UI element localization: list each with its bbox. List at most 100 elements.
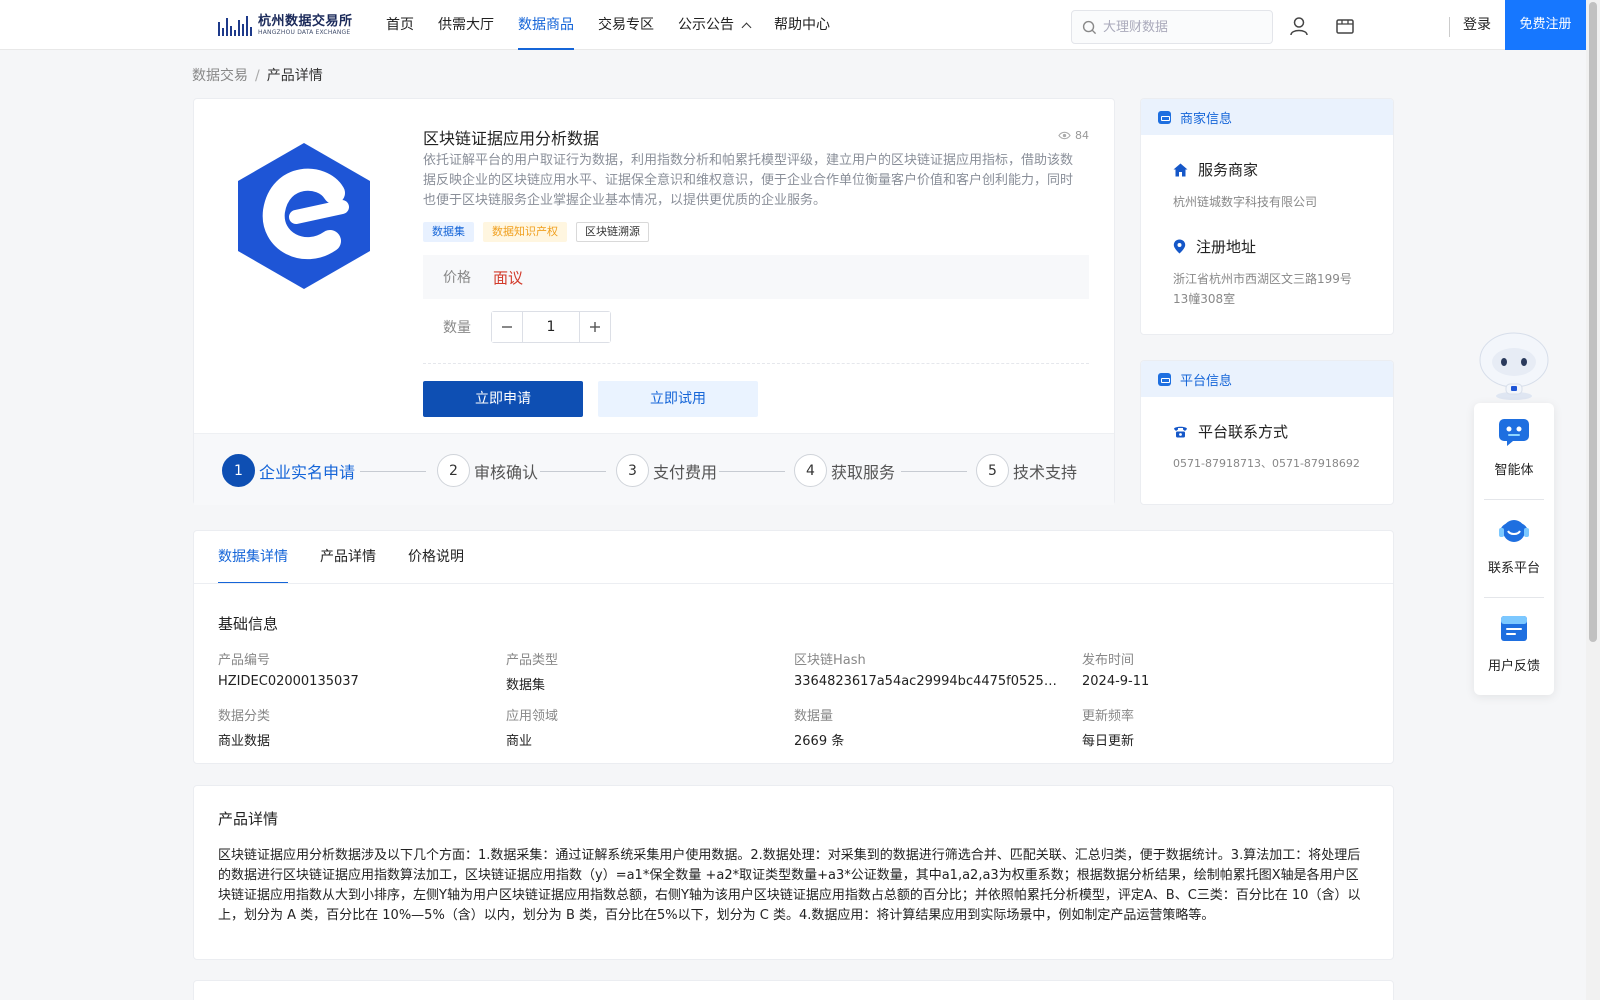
process-steps: 1 企业实名申请 2 审核确认 3 支付费用 4 获取服务 5 技术支持 (194, 433, 1114, 505)
tab-dataset-details[interactable]: 数据集详情 (218, 531, 288, 584)
robot-mascot-icon[interactable] (1476, 328, 1552, 400)
info-badge-icon (1158, 110, 1171, 124)
apply-now-button[interactable]: 立即申请 (423, 381, 583, 417)
platform-info-title: 平台信息 (1180, 373, 1233, 389)
divider (423, 363, 1089, 364)
register-button[interactable]: 免费注册 (1505, 0, 1586, 50)
float-contact-label: 联系平台 (1487, 561, 1540, 576)
merchant-info-card: 商家信息 服务商家 杭州链城数字科技有限公司 注册地址 浙江省杭州市西湖区文三路… (1140, 98, 1394, 335)
dataset-details-card: 数据集详情 产品详情 价格说明 基础信息 产品编号 HZIDEC020001350… (193, 530, 1394, 764)
section-title: 基础信息 (218, 615, 279, 633)
service-merchant-text: 服务商家 (1198, 161, 1259, 179)
field-key: 区块链Hash (794, 653, 866, 668)
next-section-card (193, 980, 1394, 1000)
field-value: 每日更新 (1082, 734, 1135, 749)
main-nav: 首页 供需大厅 数据商品 交易专区 公示公告 帮助中心 (386, 0, 854, 50)
search-box (1071, 10, 1273, 44)
product-tags: 数据集 数据知识产权 区块链溯源 (423, 222, 658, 242)
tab-product-details[interactable]: 产品详情 (320, 531, 376, 583)
increment-button[interactable] (580, 312, 610, 342)
breadcrumb-separator: / (255, 68, 260, 84)
field-value: 商业数据 (218, 734, 271, 749)
view-count-value: 84 (1075, 129, 1089, 142)
headset-icon (1499, 520, 1529, 542)
registered-address-label: 注册地址 (1173, 236, 1256, 257)
info-badge-icon (1158, 372, 1171, 386)
home-icon (1173, 163, 1188, 176)
field-data-volume: 数据量 2669 条 (794, 705, 1064, 749)
field-value: 3364823617a54ac29994bc4475f05259e4... (794, 674, 1064, 689)
field-value: 2024-9-11 (1082, 674, 1150, 689)
step-label: 审核确认 (474, 462, 539, 482)
floating-toolbar: 智能体 联系平台 用户反馈 (1474, 403, 1554, 695)
merchant-info-title: 商家信息 (1180, 111, 1233, 127)
field-product-id: 产品编号 HZIDEC02000135037 (218, 649, 488, 689)
top-header: 杭州数据交易所 HANGZHOU DATA EXCHANGE 首页 供需大厅 数… (0, 0, 1586, 50)
product-title: 区块链证据应用分析数据 (423, 129, 600, 148)
tag-ip: 数据知识产权 (483, 222, 567, 242)
nav-data-products[interactable]: 数据商品 (518, 0, 574, 50)
nav-announcements-label: 公示公告 (678, 17, 734, 33)
service-merchant-value: 杭州链城数字科技有限公司 (1173, 195, 1318, 209)
float-feedback[interactable]: 用户反馈 (1474, 613, 1554, 709)
tag-dataset: 数据集 (423, 222, 474, 242)
step-label: 技术支持 (1013, 462, 1078, 482)
try-now-button[interactable]: 立即试用 (598, 381, 758, 417)
nav-help[interactable]: 帮助中心 (774, 0, 830, 50)
step-label: 支付费用 (653, 462, 718, 482)
quantity-stepper: 1 (491, 311, 611, 343)
merchant-info-header: 商家信息 (1141, 99, 1393, 135)
float-feedback-label: 用户反馈 (1487, 659, 1540, 674)
platform-contact-label: 平台联系方式 (1173, 421, 1288, 442)
product-description: 依托证解平台的用户取证行为数据，利用指数分析和帕累托模型评级，建立用户的区块链证… (423, 153, 1074, 208)
login-link[interactable]: 登录 (1463, 0, 1491, 50)
location-pin-icon (1173, 239, 1186, 254)
product-logo-icon (238, 143, 370, 289)
field-key: 产品类型 (506, 653, 559, 668)
user-icon[interactable] (1288, 15, 1310, 37)
registered-address-value: 浙江省杭州市西湖区文三路199号13幢308室 (1173, 272, 1352, 306)
view-count: 84 (1058, 129, 1089, 142)
detail-tabs: 数据集详情 产品详情 价格说明 (218, 531, 496, 584)
platform-info-header: 平台信息 (1141, 361, 1393, 397)
feedback-icon (1501, 616, 1527, 641)
field-key: 应用领域 (506, 709, 559, 724)
field-value: 数据集 (506, 678, 546, 693)
nav-announcements[interactable]: 公示公告 (678, 0, 752, 50)
field-key: 数据量 (794, 709, 834, 724)
registered-address-text: 注册地址 (1196, 238, 1257, 256)
chat-bot-icon (1499, 419, 1529, 446)
decrement-button[interactable] (492, 312, 522, 342)
eye-icon (1058, 131, 1071, 140)
scrollbar-thumb[interactable] (1589, 2, 1597, 642)
store-icon[interactable] (1334, 15, 1356, 37)
site-logo[interactable]: 杭州数据交易所 HANGZHOU DATA EXCHANGE (218, 10, 353, 40)
field-key: 发布时间 (1082, 653, 1135, 668)
logo-subtitle: HANGZHOU DATA EXCHANGE (258, 28, 351, 36)
step-1: 1 企业实名申请 (222, 454, 355, 487)
nav-supply-demand[interactable]: 供需大厅 (438, 0, 494, 50)
nav-trade-zone[interactable]: 交易专区 (598, 0, 654, 50)
field-data-category: 数据分类 商业数据 (218, 705, 488, 749)
tab-price-info[interactable]: 价格说明 (408, 531, 464, 583)
price-row: 价格 面议 (423, 255, 1089, 299)
field-publish-date: 发布时间 2024-9-11 (1082, 649, 1352, 689)
nav-home[interactable]: 首页 (386, 0, 414, 50)
step-connector (360, 471, 426, 472)
page-scrollbar[interactable] (1586, 0, 1600, 1000)
field-update-frequency: 更新频率 每日更新 (1082, 705, 1352, 749)
search-input[interactable] (1103, 19, 1263, 35)
breadcrumb-root[interactable]: 数据交易 (192, 68, 248, 84)
logo-bars-icon (218, 14, 252, 36)
product-detail-text: 区块链证据应用分析数据涉及以下几个方面：1.数据采集：通过证解系统采集用户使用数… (218, 848, 1361, 923)
field-blockchain-hash: 区块链Hash 3364823617a54ac29994bc4475f05259e… (794, 649, 1064, 689)
quantity-input[interactable]: 1 (522, 312, 580, 342)
field-value: HZIDEC02000135037 (218, 674, 359, 689)
platform-contact-text: 平台联系方式 (1198, 423, 1289, 441)
step-label: 获取服务 (831, 462, 896, 482)
logo-title: 杭州数据交易所 (258, 13, 353, 29)
step-number: 3 (616, 454, 649, 487)
float-agent-label: 智能体 (1494, 463, 1534, 478)
step-connector (901, 471, 967, 472)
product-detail-title: 产品详情 (218, 810, 279, 828)
